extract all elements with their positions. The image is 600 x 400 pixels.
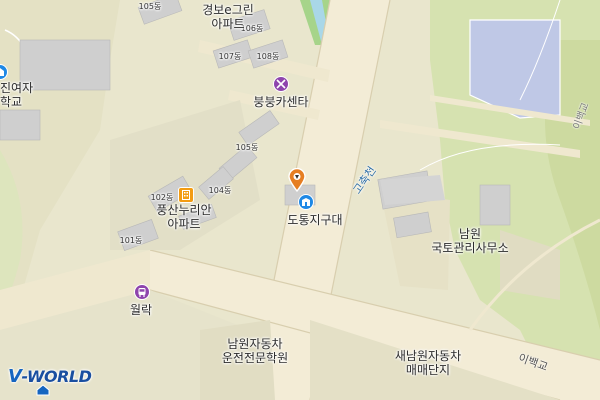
building-108-label: 108동 xyxy=(256,52,280,61)
place-namwon-national-land-office[interactable]: 남원 국토관리사무소 xyxy=(431,227,509,256)
place-car-market-line2: 매매단지 xyxy=(405,362,451,377)
vworld-logo-text: -WORLD xyxy=(21,367,92,386)
place-pungsan-apartment[interactable]: 풍산누리안 아파트 xyxy=(156,203,212,232)
place-girls-school[interactable]: 진여자 학교 xyxy=(0,81,34,110)
place-new-namwon-car-market[interactable]: 새남원자동차 매매단지 xyxy=(394,349,462,378)
building-101-label: 101동 xyxy=(119,236,143,245)
place-dotong-line1: 도통지구대 xyxy=(287,213,343,227)
apartment-icon[interactable] xyxy=(178,187,194,203)
place-driving-school-line2: 운전전문학원 xyxy=(221,350,289,365)
place-gyeongbo-line2: 아파트 xyxy=(211,16,245,31)
vworld-logo-v: V xyxy=(8,366,22,387)
place-namwon-driving-school[interactable]: 남원자동차 운전전문학원 xyxy=(221,337,289,366)
place-wolrak[interactable]: 월락 xyxy=(129,303,153,318)
place-pungsan-line1: 풍산누리안 xyxy=(156,203,212,217)
place-bungbung-line1: 붕붕카센타 xyxy=(253,95,309,109)
place-girls-school-line1: 진여자 xyxy=(0,81,34,95)
home-icon xyxy=(36,384,50,396)
place-wolrak-line1: 월락 xyxy=(129,303,153,317)
building-104-label: 104동 xyxy=(208,186,232,195)
building-102-label: 102동 xyxy=(150,193,174,202)
wrench-icon[interactable] xyxy=(273,76,289,92)
place-dotong-police-box[interactable]: 도통지구대 xyxy=(287,213,343,228)
building-105-top-label: 105동 xyxy=(138,2,162,11)
place-driving-school-line1: 남원자동차 xyxy=(227,337,283,351)
place-car-market-line1: 새남원자동차 xyxy=(394,349,462,363)
place-bungbung-car-center[interactable]: 붕붕카센타 xyxy=(253,95,309,110)
bus-icon[interactable] xyxy=(134,284,150,300)
place-namwon-office-line2: 국토관리사무소 xyxy=(431,240,509,255)
place-pungsan-line2: 아파트 xyxy=(167,216,201,231)
building-105-mid-label: 105동 xyxy=(235,143,259,152)
place-namwon-office-line1: 남원 xyxy=(458,227,482,241)
place-girls-school-line2: 학교 xyxy=(0,94,23,109)
place-gyeongbo-apartment[interactable]: 경보e그린 아파트 xyxy=(202,3,254,32)
location-pin-icon[interactable] xyxy=(287,167,307,196)
police-icon[interactable] xyxy=(298,194,314,210)
building-107-label: 107동 xyxy=(218,52,242,61)
map-view[interactable]: 105동 106동 107동 108동 105동 104동 102동 101동 … xyxy=(0,0,600,400)
place-gyeongbo-line1: 경보e그린 xyxy=(202,3,254,17)
